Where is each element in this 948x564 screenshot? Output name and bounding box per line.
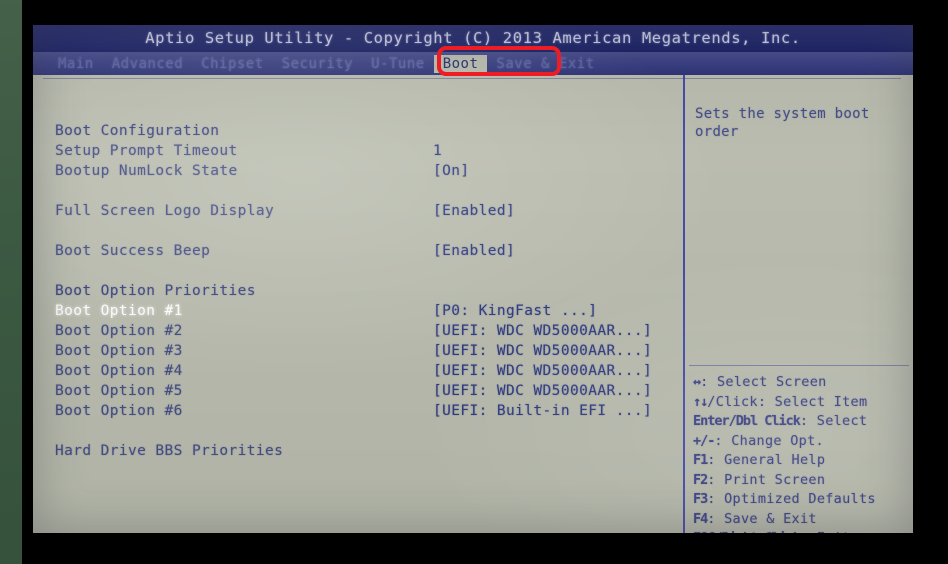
settings-row[interactable]: Boot Option #1 [P0: KingFast ...] <box>33 301 650 321</box>
legend-row: ↑↓/Click: Select Item <box>693 393 913 413</box>
setting-label: Boot Configuration <box>55 123 220 139</box>
settings-row[interactable]: Bootup NumLock State [On] <box>33 161 650 181</box>
help-pane: Sets the system boot order ↔: Select Scr… <box>685 75 913 533</box>
setting-label: Boot Option Priorities <box>55 283 256 299</box>
menu-tab-advanced[interactable]: Advanced <box>103 55 192 73</box>
key-legend: ↔: Select Screen ↑↓/Click: Select Item Ent… <box>693 373 913 533</box>
setting-label: Bootup NumLock State <box>55 163 238 179</box>
menu-tab-save-exit[interactable]: Save & Exit <box>487 55 603 73</box>
legend-row: F1: General Help <box>693 451 913 471</box>
legend-key: ↑↓ <box>693 393 708 410</box>
legend-key: Enter/Dbl Click <box>693 413 801 429</box>
legend-action: : Print Screen <box>707 471 826 488</box>
setting-value[interactable]: [UEFI: WDC WD5000AAR...] <box>433 343 652 359</box>
legend-action: : Save & Exit <box>707 510 817 527</box>
legend-key: ESC/Right Click <box>693 530 801 533</box>
legend-key: F4 <box>693 510 708 527</box>
setting-label: Boot Option #1 <box>55 303 183 319</box>
setting-value[interactable]: [Enabled] <box>433 243 515 259</box>
legend-row: F4: Save & Exit <box>693 510 913 530</box>
legend-row: F2: Print Screen <box>693 471 913 491</box>
setting-value[interactable]: [UEFI: WDC WD5000AAR...] <box>433 363 652 379</box>
menu-tab-security[interactable]: Security <box>273 55 362 73</box>
setting-label: Boot Success Beep <box>55 243 211 259</box>
help-description: Sets the system boot order <box>695 106 870 140</box>
setting-label: Setup Prompt Timeout <box>55 143 238 159</box>
menu-tab-u-tune[interactable]: U-Tune <box>362 55 434 73</box>
bios-screen: Aptio Setup Utility - Copyright (C) 2013… <box>33 25 913 533</box>
settings-row[interactable]: Full Screen Logo Display [Enabled] <box>33 201 650 221</box>
setting-value[interactable]: [On] <box>433 163 470 179</box>
legend-row: F3: Optimized Defaults <box>693 490 913 510</box>
menu-tab-boot[interactable]: Boot <box>433 54 488 73</box>
settings-submenu-link[interactable]: Hard Drive BBS Priorities <box>33 441 650 461</box>
title-bar: Aptio Setup Utility - Copyright (C) 2013… <box>33 25 913 52</box>
legend-row: +/-: Change Opt. <box>693 432 913 452</box>
legend-action: : General Help <box>707 452 826 468</box>
settings-group-header: Boot Configuration <box>33 121 650 141</box>
settings-row[interactable]: Boot Option #5 [UEFI: WDC WD5000AAR...] <box>33 381 652 401</box>
settings-row[interactable]: Setup Prompt Timeout 1 <box>33 141 650 161</box>
settings-row[interactable]: Boot Option #3 [UEFI: WDC WD5000AAR...] <box>33 341 652 361</box>
legend-action: : Change Opt. <box>714 432 824 449</box>
setting-value[interactable]: [Enabled] <box>433 203 515 219</box>
legend-key: F3 <box>693 491 708 507</box>
settings-row[interactable]: Boot Option #2 [UEFI: WDC WD5000AAR...] <box>33 321 652 341</box>
photo-border-left <box>0 0 22 564</box>
body-area: Boot Configuration Setup Prompt Timeout 1 B… <box>33 75 913 533</box>
setting-value[interactable]: [P0: KingFast ...] <box>433 303 597 319</box>
legend-action: /Click: Select Item <box>707 393 868 410</box>
legend-action: : Exit <box>800 530 851 533</box>
legend-row: Enter/Dbl Click: Select <box>693 412 913 432</box>
legend-key: F2 <box>693 471 708 488</box>
help-separator <box>689 365 909 366</box>
settings-pane: Boot Configuration Setup Prompt Timeout 1 B… <box>33 75 652 533</box>
setting-value[interactable]: [UEFI: WDC WD5000AAR...] <box>433 383 652 399</box>
menu-bar: Main Advanced Chipset Security U-Tune Boot Sav… <box>33 52 913 75</box>
settings-group-header: Boot Option Priorities <box>33 281 650 301</box>
legend-action: : Select <box>799 413 868 429</box>
setting-label: Boot Option #3 <box>55 343 183 359</box>
legend-key: F1 <box>693 452 708 468</box>
legend-key: +/- <box>693 432 715 449</box>
setting-value[interactable]: [UEFI: Built-in EFI ...] <box>433 403 652 419</box>
setting-label: Boot Option #5 <box>55 383 183 399</box>
setting-label: Hard Drive BBS Priorities <box>55 443 284 459</box>
legend-row: ESC/Right Click: Exit <box>693 529 913 533</box>
setting-label: Boot Option #2 <box>55 323 183 339</box>
menu-tab-main[interactable]: Main <box>49 55 103 73</box>
settings-row[interactable]: Boot Option #4 [UEFI: WDC WD5000AAR...] <box>33 361 652 381</box>
settings-row[interactable]: Boot Success Beep [Enabled] <box>33 241 650 261</box>
legend-row: ↔: Select Screen <box>693 373 913 393</box>
setting-value[interactable]: 1 <box>433 143 442 159</box>
legend-action: : Select Screen <box>700 374 827 390</box>
setting-label: Boot Option #6 <box>55 403 183 419</box>
legend-action: : Optimized Defaults <box>707 491 876 507</box>
bios-setup-screenshot: Aptio Setup Utility - Copyright (C) 2013… <box>0 0 948 564</box>
settings-row[interactable]: Boot Option #6 [UEFI: Built-in EFI ...] <box>33 401 652 421</box>
setting-value[interactable]: [UEFI: WDC WD5000AAR...] <box>433 323 652 339</box>
setting-label: Full Screen Logo Display <box>55 203 275 219</box>
setting-label: Boot Option #4 <box>55 363 183 379</box>
menu-tab-chipset[interactable]: Chipset <box>192 55 273 73</box>
